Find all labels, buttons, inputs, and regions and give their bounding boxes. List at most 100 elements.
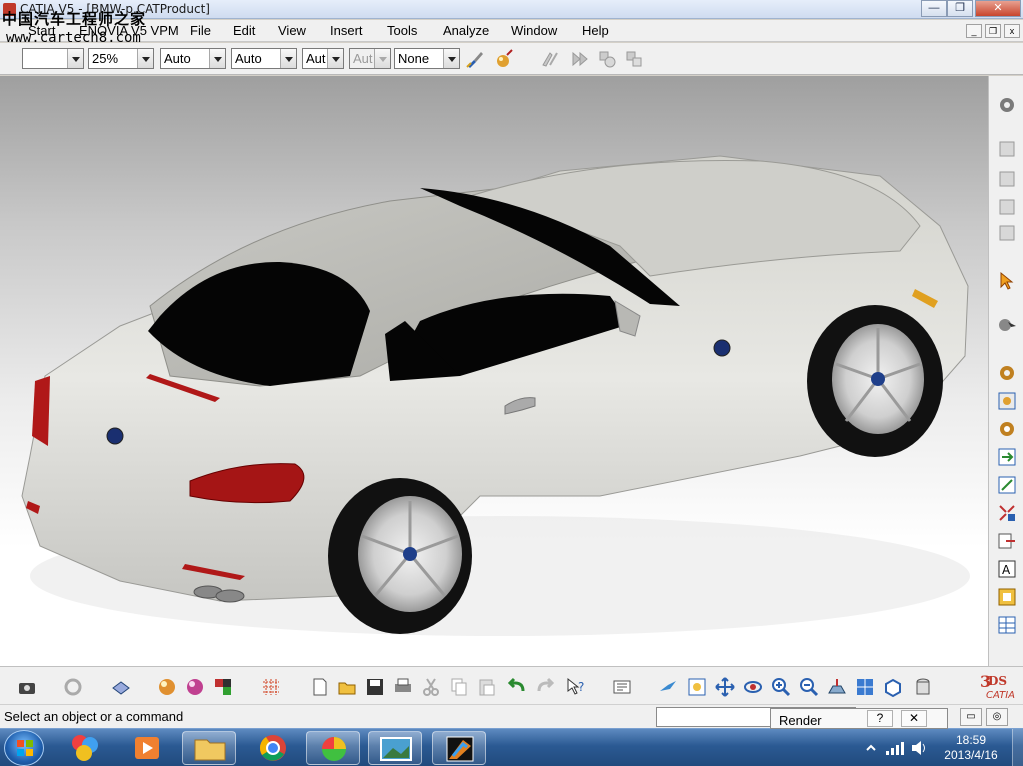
paste-icon[interactable] [476,676,498,698]
taskbar-app-pinwheel[interactable] [58,731,112,765]
taskbar-app-explorer[interactable] [182,731,236,765]
product-icon-1[interactable] [996,138,1018,160]
sphere-icon-b[interactable] [184,676,206,698]
pan-icon[interactable] [714,676,736,698]
taskbar-app-media[interactable] [120,731,174,765]
fly-mode-icon[interactable] [657,676,679,698]
zoom-in-icon[interactable] [770,676,792,698]
product-icon-4[interactable] [996,222,1018,244]
show-desktop-button[interactable] [1012,729,1023,766]
new-icon[interactable] [309,676,331,698]
doc-restore-button[interactable]: ❐ [985,24,1001,38]
line-thickness-combo[interactable]: Auto [160,48,226,69]
chevron-down-icon[interactable] [443,49,459,68]
table-icon[interactable] [996,614,1018,636]
chevron-down-icon[interactable] [327,49,343,68]
fast-forward-icon[interactable] [570,49,590,69]
camera-icon[interactable] [16,676,38,698]
transparency-combo[interactable]: 25% [88,48,154,69]
open-icon[interactable] [336,676,358,698]
assembly-icon-a[interactable] [597,49,617,69]
rotate-icon[interactable] [742,676,764,698]
insert-component-icon[interactable] [996,418,1018,440]
redo-icon[interactable] [535,676,557,698]
render-popup-label: Render [779,713,822,728]
undo-icon[interactable] [505,676,527,698]
panel-icon[interactable]: ▭ [960,708,982,726]
gear-icon[interactable] [996,94,1018,116]
taskbar-app-photo[interactable] [368,731,422,765]
color-combo[interactable] [22,48,84,69]
menu-edit[interactable]: Edit [233,23,255,38]
paint-brush-icon[interactable] [465,49,485,69]
minimize-button[interactable]: — [921,0,947,17]
constraint-icon[interactable] [996,530,1018,552]
catalog-icon[interactable] [996,586,1018,608]
network-icon[interactable] [884,739,906,757]
taskbar-app-colorful[interactable] [306,731,360,765]
bmw-z4-model[interactable] [0,76,988,666]
blocks-icon[interactable] [212,676,234,698]
component-icon[interactable] [996,390,1018,412]
chevron-down-icon[interactable] [67,49,83,68]
close-button[interactable]: ✕ [975,0,1021,17]
sphere-icon-a[interactable] [156,676,178,698]
assembly-icon-b[interactable] [624,49,644,69]
product-icon-3[interactable] [996,196,1018,218]
snap-icon[interactable] [996,474,1018,496]
doc-minimize-button[interactable]: _ [966,24,982,38]
fit-all-icon[interactable] [686,676,708,698]
whats-this-icon[interactable]: ? [565,676,587,698]
line-type-combo[interactable]: Auto [231,48,297,69]
gear-icon-2[interactable] [996,362,1018,384]
chevron-down-icon[interactable] [280,49,296,68]
explode-icon[interactable] [996,502,1018,524]
menu-file[interactable]: File [190,23,211,38]
grid-icon[interactable] [260,676,282,698]
restore-button[interactable]: ❐ [947,0,973,17]
fly-mode-icon[interactable] [611,676,633,698]
render-close-button[interactable]: ✕ [901,710,927,727]
chevron-down-icon[interactable] [137,49,153,68]
help-button[interactable]: ? [867,710,893,727]
multi-view-icon[interactable] [854,676,876,698]
folder-icon [194,739,226,761]
system-clock[interactable]: 18:59 2013/4/16 [935,733,1007,763]
apply-material-icon[interactable] [494,49,514,69]
menu-analyze[interactable]: Analyze [443,23,489,38]
panel-icon-2[interactable]: ◎ [986,708,1008,726]
volume-icon[interactable] [910,739,930,757]
render-style-icon[interactable] [912,676,934,698]
manipulate-icon[interactable] [996,314,1018,336]
refresh-icon[interactable] [62,676,84,698]
select-arrow-icon[interactable] [996,270,1018,292]
move-icon[interactable] [996,446,1018,468]
zoom-out-icon[interactable] [798,676,820,698]
select-linked-icon[interactable] [540,49,560,69]
menu-help[interactable]: Help [582,23,609,38]
product-icon-2[interactable] [996,168,1018,190]
render-popup: Render ? ✕ [770,708,948,729]
cut-icon[interactable] [420,676,442,698]
3d-viewport[interactable] [0,76,988,666]
layer-combo[interactable]: None [394,48,460,69]
taskbar-app-catia[interactable] [432,731,486,765]
layer-icon[interactable] [110,676,132,698]
doc-close-button[interactable]: x [1004,24,1020,38]
normal-view-icon[interactable] [826,676,848,698]
menu-bar: Start ENOVIA V5 VPM File Edit View Inser… [0,20,1023,42]
menu-window[interactable]: Window [511,23,557,38]
chevron-up-icon[interactable] [864,741,878,755]
copy-icon[interactable] [448,676,470,698]
taskbar-app-chrome[interactable] [246,731,300,765]
start-button[interactable] [4,730,44,766]
annotation-icon[interactable]: A [996,558,1018,580]
menu-tools[interactable]: Tools [387,23,417,38]
menu-insert[interactable]: Insert [330,23,363,38]
save-icon[interactable] [364,676,386,698]
chevron-down-icon[interactable] [209,49,225,68]
iso-view-icon[interactable] [882,676,904,698]
point-type-combo[interactable]: Aut [302,48,344,69]
print-icon[interactable] [392,676,414,698]
menu-view[interactable]: View [278,23,306,38]
